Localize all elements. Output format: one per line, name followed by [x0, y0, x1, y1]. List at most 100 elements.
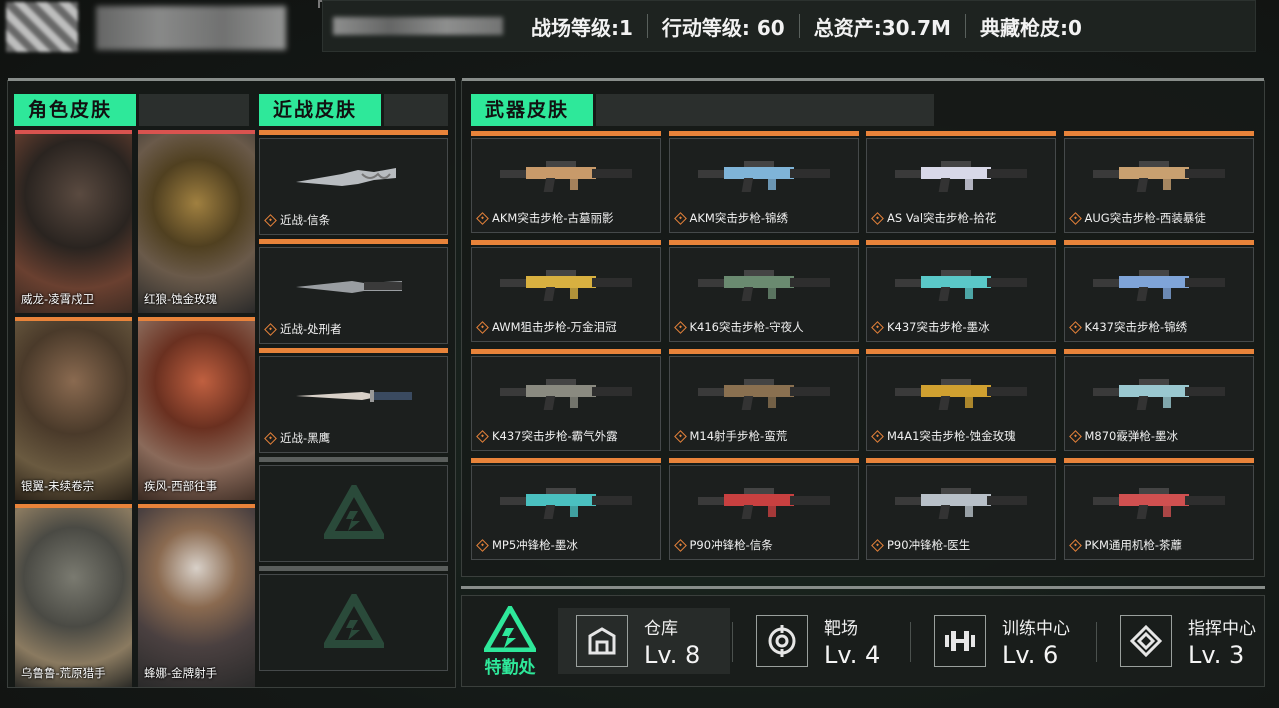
divider [910, 622, 911, 662]
rarity-bar [138, 504, 255, 508]
weapon-skin-label: AKM突击步枪-锦绣 [673, 210, 788, 226]
character-skin-card[interactable]: 银翼-未续卷宗 [15, 317, 132, 500]
card-bar [1063, 240, 1254, 245]
facility-level: Lv. 8 [644, 640, 701, 669]
facility-level: Lv. 4 [824, 640, 881, 669]
weapon-skin-label: P90冲锋枪-医生 [871, 537, 971, 553]
section-title-melee: 近战皮肤 [259, 94, 381, 126]
weapon-skin-name: M4A1突击步枪-蚀金玫瑰 [887, 429, 1016, 443]
facility-info: 仓库 Lv. 8 [644, 614, 700, 669]
facility-level: Lv. 3 [1188, 640, 1245, 669]
rarity-bar [138, 317, 255, 321]
melee-skin-card[interactable]: 近战-黑鹰 [259, 356, 448, 453]
rarity-icon [871, 211, 884, 225]
melee-skin-card[interactable]: 近战-信条 [259, 138, 448, 235]
melee-weapon-image [292, 378, 416, 416]
weapon-image [1089, 156, 1229, 200]
weapon-skin-name: M14射手步枪-蛮荒 [689, 429, 788, 443]
weapon-skin-label: M14射手步枪-蛮荒 [673, 428, 788, 444]
card-bar [866, 458, 1056, 463]
melee-skin-card[interactable]: 近战-处刑者 [259, 247, 448, 344]
card-bar [668, 349, 859, 354]
weapon-image [496, 265, 636, 309]
player-avatar [6, 2, 78, 52]
section-title-bar [139, 94, 249, 126]
card-bar [1063, 458, 1254, 463]
weapon-skin-card[interactable]: AUG突击步枪-西装暴徒 [1063, 138, 1254, 233]
rarity-icon [264, 431, 277, 445]
facility-button[interactable]: 靶场 Lv. 4 [738, 608, 910, 674]
weapon-skin-card[interactable]: M870霰弹枪-墨冰 [1063, 356, 1254, 451]
header: 战场等级:1 行动等级: 60 总资产:30.7M 典藏枪皮:0 [0, 0, 1279, 56]
weapon-skin-card[interactable]: AWM狙击步枪-万金泪冠 [471, 247, 661, 342]
facility-button[interactable]: 训练中心 Lv. 6 [916, 608, 1096, 674]
section-title-bar [596, 94, 934, 126]
weapon-image [694, 156, 834, 200]
weapon-skin-card[interactable]: PKM通用机枪-茶蘼 [1063, 465, 1254, 560]
section-title-weapon: 武器皮肤 [471, 94, 593, 126]
weapon-image [694, 265, 834, 309]
weapon-image [1089, 374, 1229, 418]
card-bar [866, 240, 1056, 245]
character-skin-card[interactable]: 红狼-蚀金玫瑰 [138, 130, 255, 313]
character-skin-card[interactable]: 威龙-凌霄戍卫 [15, 130, 132, 313]
command-icon [1120, 615, 1172, 667]
weapon-image [891, 374, 1031, 418]
weapon-skin-card[interactable]: K416突击步枪-守夜人 [668, 247, 859, 342]
character-skin-label: 疾风-西部往事 [144, 479, 218, 493]
character-skin-card[interactable]: 乌鲁鲁-荒原猎手 [15, 504, 132, 687]
character-skin-card[interactable]: 疾风-西部往事 [138, 317, 255, 500]
weapon-skin-name: PKM通用机枪-茶蘼 [1084, 538, 1183, 552]
rarity-icon [476, 429, 489, 443]
weapon-skin-card[interactable]: P90冲锋枪-信条 [668, 465, 859, 560]
melee-skin-name: 近战-信条 [280, 213, 331, 227]
card-bar [259, 130, 448, 135]
empty-slot [259, 574, 448, 671]
facility-level: Lv. 6 [1002, 640, 1059, 669]
weapon-skin-label: K437突击步枪-霸气外露 [476, 428, 618, 444]
facility-info: 训练中心 Lv. 6 [1002, 614, 1070, 669]
character-skin-label: 红狼-蚀金玫瑰 [144, 292, 218, 306]
card-bar [471, 349, 661, 354]
player-name-redacted [96, 6, 286, 50]
character-skin-card[interactable]: 蜂娜-金牌射手 [138, 504, 255, 687]
weapon-skin-name: AUG突击步枪-西装暴徒 [1084, 211, 1206, 225]
headquarters-button[interactable]: 特勤处 [478, 606, 542, 678]
melee-skin-label: 近战-处刑者 [264, 321, 342, 337]
weapon-skin-card[interactable]: K437突击步枪-锦绣 [1063, 247, 1254, 342]
weapon-image [694, 374, 834, 418]
weapon-skin-label: K437突击步枪-锦绣 [1068, 319, 1187, 335]
weapon-skin-card[interactable]: K437突击步枪-墨冰 [866, 247, 1056, 342]
weapon-skin-card[interactable]: M14射手步枪-蛮荒 [668, 356, 859, 451]
melee-skin-label: 近战-信条 [264, 212, 331, 228]
weapon-skin-name: K437突击步枪-霸气外露 [492, 429, 618, 443]
weapon-skin-card[interactable]: AKM突击步枪-锦绣 [668, 138, 859, 233]
rarity-icon [1068, 211, 1082, 225]
weapon-skin-card[interactable]: M4A1突击步枪-蚀金玫瑰 [866, 356, 1056, 451]
weapon-skin-label: AS Val突击步枪-拾花 [871, 210, 996, 226]
weapon-skin-label: M4A1突击步枪-蚀金玫瑰 [871, 428, 1016, 444]
weapon-skin-label: K416突击步枪-守夜人 [673, 319, 804, 335]
weapon-skin-name: K437突击步枪-墨冰 [887, 320, 990, 334]
weapon-skin-label: AUG突击步枪-西装暴徒 [1068, 210, 1206, 226]
facility-button[interactable]: 指挥中心 Lv. 3 [1102, 608, 1260, 674]
weapon-skin-name: P90冲锋枪-医生 [887, 538, 971, 552]
weapon-skin-card[interactable]: AKM突击步枪-古墓丽影 [471, 138, 661, 233]
rarity-icon [673, 429, 687, 443]
weapon-skin-card[interactable]: MP5冲锋枪-墨冰 [471, 465, 661, 560]
facility-bar: 特勤处 仓库 Lv. 8 靶场 Lv. 4 训练中心 Lv. 6 指挥中心 Lv. 3 [461, 595, 1265, 687]
weapon-skin-name: M870霰弹枪-墨冰 [1084, 429, 1179, 443]
rarity-icon [1068, 320, 1082, 334]
character-skin-label: 乌鲁鲁-荒原猎手 [21, 666, 106, 680]
weapon-skin-card[interactable]: K437突击步枪-霸气外露 [471, 356, 661, 451]
card-bar [471, 458, 661, 463]
weapon-skin-card[interactable]: P90冲锋枪-医生 [866, 465, 1056, 560]
panel-top-line [462, 78, 1264, 81]
facility-info: 靶场 Lv. 4 [824, 614, 880, 669]
weapon-skin-card[interactable]: AS Val突击步枪-拾花 [866, 138, 1056, 233]
facility-name: 训练中心 [1002, 618, 1070, 639]
panel-top-line [461, 586, 1265, 589]
rarity-icon [476, 211, 489, 225]
facility-button[interactable]: 仓库 Lv. 8 [558, 608, 730, 674]
rarity-bar [15, 504, 132, 508]
